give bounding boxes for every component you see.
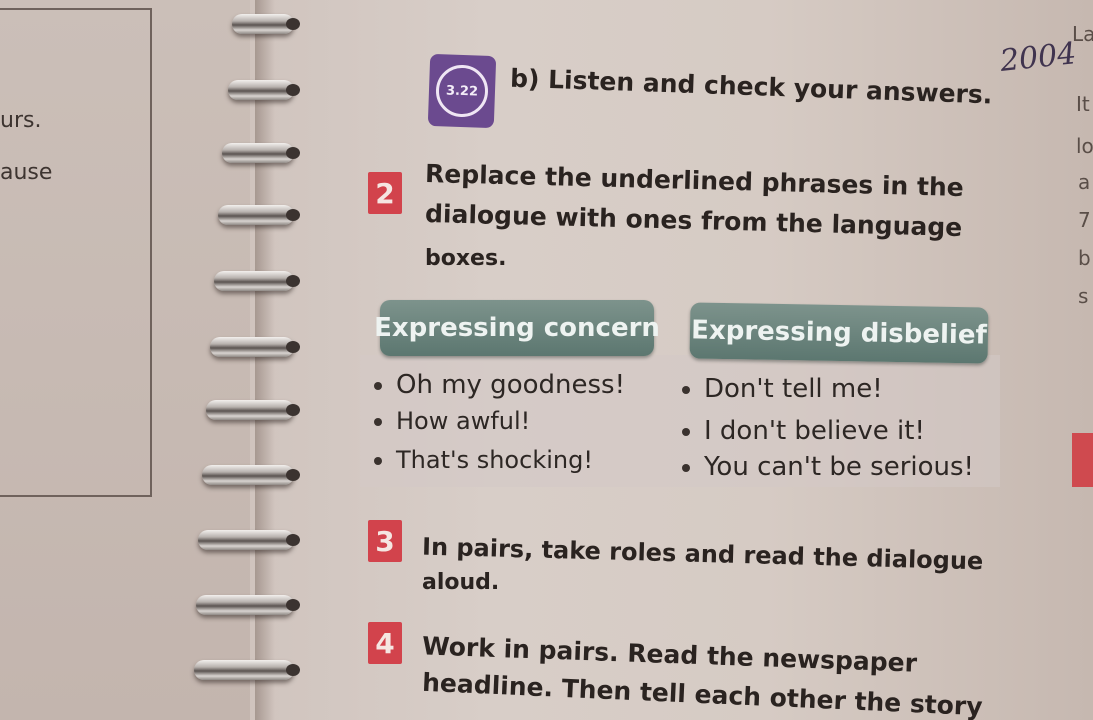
- exercise-2-line-3: boxes.: [425, 246, 507, 271]
- right-edge-letter: 7: [1078, 208, 1091, 232]
- spiral-ring: [214, 271, 300, 291]
- right-edge-letter: s: [1078, 284, 1089, 308]
- spiral-ring: [222, 143, 300, 163]
- bullet-icon: [682, 385, 690, 394]
- right-edge-letter: lo: [1076, 134, 1093, 158]
- concern-item: Oh my goodness!: [374, 370, 625, 400]
- right-edge-letter: La: [1072, 22, 1093, 46]
- disbelief-item: You can't be serious!: [682, 452, 974, 482]
- box-disbelief-title: Expressing disbelief: [689, 302, 989, 364]
- exercise-3-line-1: In pairs, take roles and read the dialog…: [421, 532, 984, 576]
- exercise-2-line-2: dialogue with ones from the language: [424, 198, 963, 243]
- right-edge-letter: It: [1076, 92, 1090, 116]
- bullet-icon: [682, 463, 690, 472]
- spiral-ring: [196, 595, 300, 615]
- left-page-frame: [0, 8, 152, 497]
- spiral-ring: [232, 14, 300, 34]
- exercise-4-number: 4: [368, 622, 402, 664]
- audio-track-badge: 3.22: [427, 53, 497, 129]
- next-exercise-tab: [1072, 433, 1093, 487]
- box-concern-title: Expressing concern: [374, 300, 660, 356]
- disbelief-item: Don't tell me!: [682, 374, 883, 404]
- right-edge-letter: a: [1078, 170, 1091, 194]
- bullet-icon: [374, 381, 382, 390]
- disbelief-item: I don't believe it!: [682, 416, 925, 446]
- audio-track-number: 3.22: [435, 64, 489, 118]
- bullet-icon: [374, 457, 382, 465]
- exercise-3-number: 3: [368, 520, 402, 562]
- bullet-icon: [374, 418, 382, 426]
- spiral-ring: [198, 530, 300, 550]
- left-fragment-2: ause: [0, 160, 53, 185]
- textbook-photo: urs. ause 3.22 b) Listen and check your …: [0, 0, 1093, 720]
- handwritten-note: 2004: [998, 36, 1078, 79]
- spiral-ring: [202, 465, 300, 485]
- concern-item: How awful!: [374, 407, 530, 435]
- exercise-3-line-2: aloud.: [422, 570, 500, 595]
- exercise-2-number: 2: [368, 172, 402, 214]
- bullet-icon: [682, 427, 690, 436]
- right-edge-letter: b: [1078, 246, 1091, 270]
- exercise-1b-text: b) Listen and check your answers.: [509, 63, 993, 110]
- spiral-ring: [228, 80, 300, 100]
- spiral-ring: [218, 205, 300, 225]
- spiral-ring: [194, 660, 300, 680]
- concern-item: That's shocking!: [374, 446, 593, 474]
- spiral-ring: [206, 400, 300, 420]
- left-fragment-1: urs.: [0, 108, 42, 133]
- spiral-ring: [210, 337, 300, 357]
- exercise-2-line-1: Replace the underlined phrases in the: [424, 158, 965, 203]
